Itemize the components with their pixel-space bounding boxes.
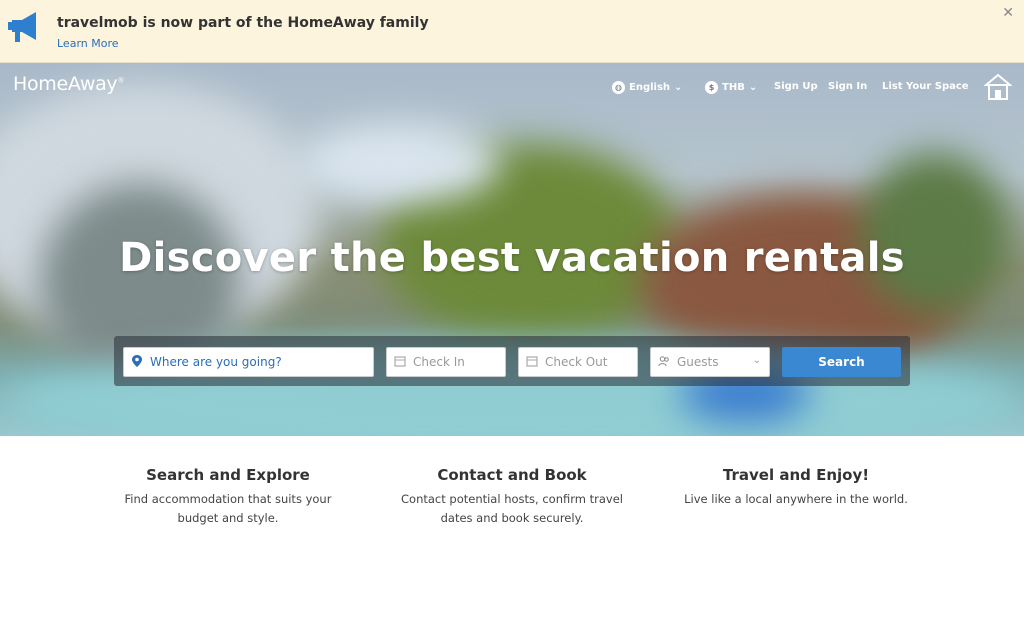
background-blur [300,123,500,203]
feature-contact-book: Contact and Book Contact potential hosts… [382,466,642,528]
hero-headline: Discover the best vacation rentals [119,235,905,281]
globe-icon: ◍ [612,81,625,94]
chevron-down-icon: ⌄ [748,82,758,93]
feature-travel-enjoy: Travel and Enjoy! Live like a local anyw… [666,466,926,509]
sign-up-link[interactable]: Sign Up [774,81,818,92]
check-out-placeholder: Check Out [545,355,608,369]
check-in-placeholder: Check In [413,355,465,369]
notification-banner: travelmob is now part of the HomeAway fa… [0,0,1024,63]
check-in-input[interactable]: Check In [386,347,506,377]
language-selector[interactable]: ◍ English ⌄ [612,81,682,94]
currency-label: THB [722,82,745,93]
feature-description: Live like a local anywhere in the world. [684,492,908,506]
hero-section: HomeAway® ◍ English ⌄ $ THB ⌄ Sign Up Si… [0,63,1024,436]
feature-title: Travel and Enjoy! [722,466,870,484]
feature-title: Contact and Book [437,466,587,484]
house-icon[interactable] [984,73,1012,101]
feature-search-explore: Search and Explore Find accommodation th… [98,466,358,528]
guests-select[interactable]: Guests ⌄ [650,347,770,377]
close-icon[interactable]: ✕ [1002,5,1014,21]
learn-more-link[interactable]: Learn More [57,37,119,50]
language-label: English [629,82,671,93]
feature-title: Search and Explore [146,466,310,484]
destination-placeholder: Where are you going? [150,355,282,369]
list-your-space-link[interactable]: List Your Space [882,81,969,92]
megaphone-icon [8,12,36,42]
currency-selector[interactable]: $ THB ⌄ [705,81,757,94]
location-pin-icon [132,355,142,367]
feature-description: Contact potential hosts, confirm travel d… [401,492,623,525]
sign-in-link[interactable]: Sign In [828,81,867,92]
guests-placeholder: Guests [677,355,719,369]
chevron-down-icon: ⌄ [752,355,761,366]
background-blur [860,153,1010,313]
search-button[interactable]: Search [782,347,901,377]
calendar-icon [526,356,538,367]
chevron-down-icon: ⌄ [674,82,683,93]
calendar-icon [394,356,406,367]
search-bar: Where are you going? Check In Check Out … [114,336,910,386]
homeaway-logo[interactable]: HomeAway® [13,73,124,95]
destination-input[interactable]: Where are you going? [123,347,374,377]
guests-icon [658,356,669,367]
currency-icon: $ [705,81,718,94]
check-out-input[interactable]: Check Out [518,347,638,377]
feature-description: Find accommodation that suits your budget… [124,492,332,525]
banner-title: travelmob is now part of the HomeAway fa… [57,15,429,31]
